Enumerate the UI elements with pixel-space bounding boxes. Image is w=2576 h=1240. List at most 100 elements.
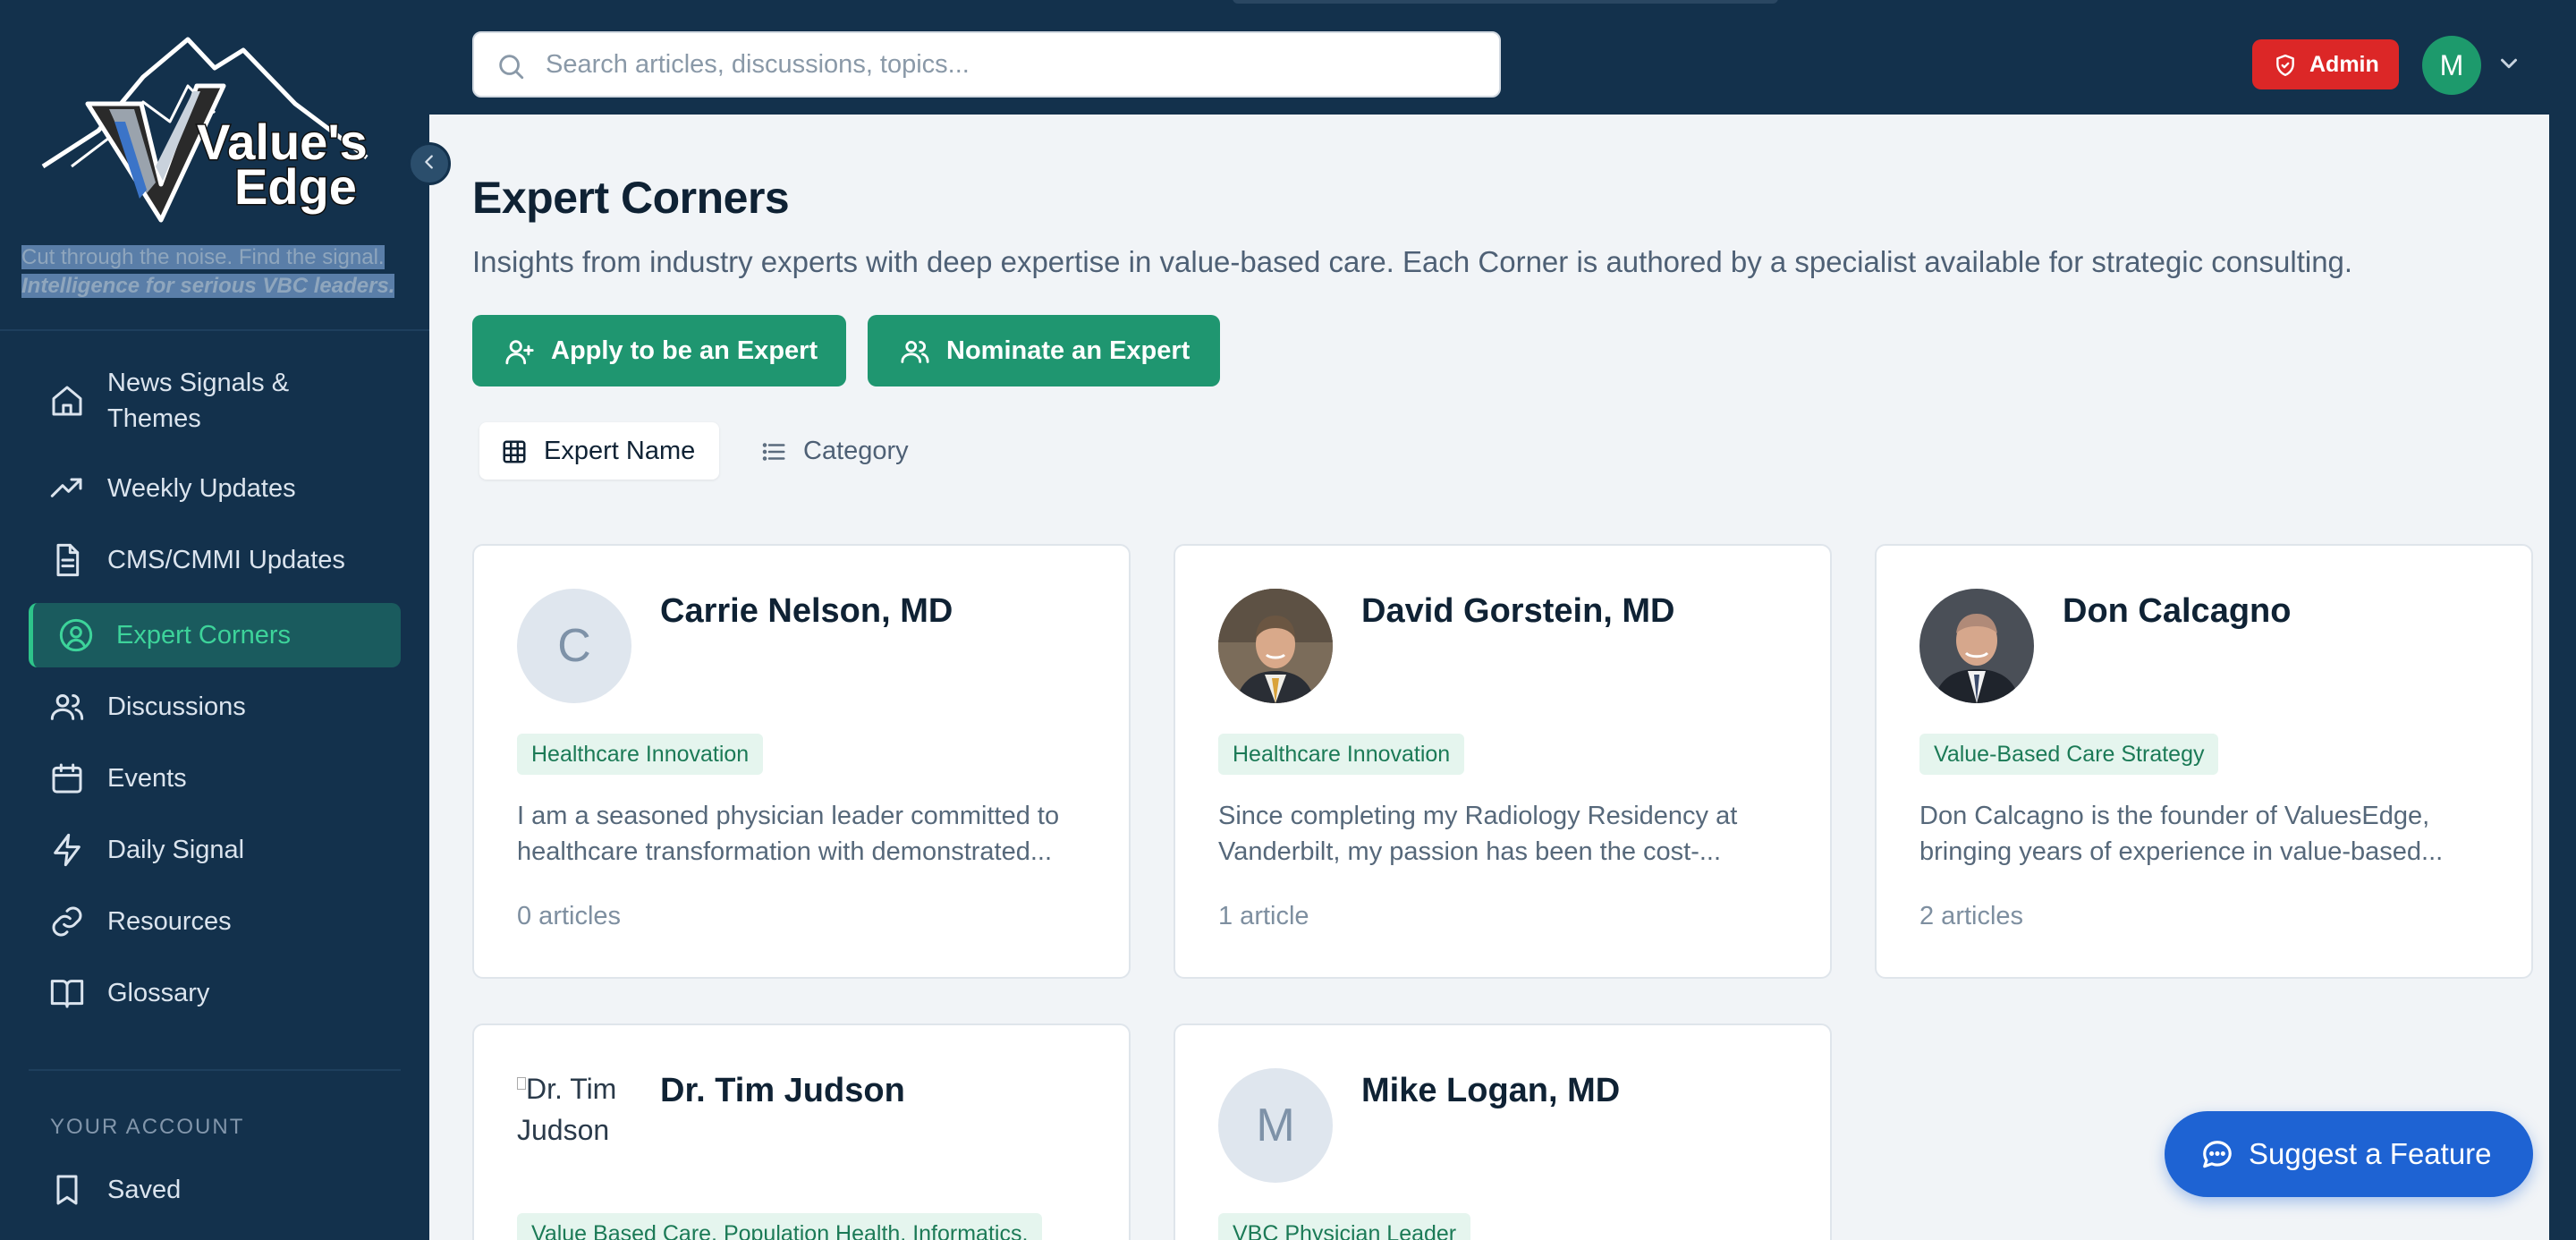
- user-plus-icon: [504, 336, 535, 371]
- avatar: [1919, 589, 2034, 703]
- category-tag: Healthcare Innovation: [1218, 734, 1465, 775]
- user-circle-icon: [57, 616, 95, 654]
- expert-card[interactable]: M Mike Logan, MD VBC Physician Leader: [1174, 1023, 1832, 1240]
- window-edge: [2549, 0, 2576, 1240]
- broken-avatar-image: Dr. Tim Judson: [517, 1068, 631, 1183]
- expert-name: Carrie Nelson, MD: [660, 592, 953, 630]
- chat-bubble-icon: [2200, 1138, 2234, 1176]
- category-tag: Healthcare Innovation: [517, 734, 764, 775]
- sidebar-item-weekly-updates[interactable]: Weekly Updates: [29, 456, 401, 521]
- tab-expert-name[interactable]: Expert Name: [479, 422, 719, 480]
- description-line: bringing years of experience in value-ba…: [1919, 837, 2444, 866]
- sidebar-item-cms-cmmi[interactable]: CMS/CMMI Updates: [29, 528, 401, 592]
- expert-name: Dr. Tim Judson: [660, 1072, 905, 1109]
- sidebar-item-events[interactable]: Events: [29, 746, 401, 811]
- bolt-icon: [48, 831, 86, 869]
- chevron-left-icon: [419, 152, 439, 176]
- tagline: Cut through the noise. Find the signal. …: [21, 243, 415, 301]
- search-icon: [496, 51, 526, 86]
- bookmark-icon: [48, 1171, 86, 1209]
- document-icon: [48, 541, 86, 579]
- description-line: I am a seasoned physician leader committ…: [517, 802, 1060, 830]
- sidebar-item-label: CMS/CMMI Updates: [107, 546, 345, 574]
- sidebar-item-discussions[interactable]: Discussions: [29, 675, 401, 739]
- avatar: [1218, 589, 1333, 703]
- users-icon: [900, 336, 930, 371]
- top-strip: [429, 0, 2549, 13]
- user-avatar[interactable]: M: [2422, 36, 2481, 95]
- logo-text-edge: Edge: [234, 158, 357, 215]
- search-placeholder: Search articles, discussions, topics...: [546, 49, 970, 79]
- tab-label: Category: [803, 436, 909, 465]
- sidebar-item-daily-signal[interactable]: Daily Signal: [29, 818, 401, 882]
- description-line: Since completing my Radiology Residency …: [1218, 802, 1738, 830]
- sidebar-item-label: News Signals &: [107, 369, 290, 397]
- expert-description: I am a seasoned physician leader committ…: [517, 798, 1089, 870]
- top-header: Search articles, discussions, topics... …: [429, 13, 2549, 115]
- expert-name: Mike Logan, MD: [1361, 1072, 1621, 1109]
- expert-card[interactable]: David Gorstein, MD Healthcare Innovation…: [1174, 544, 1832, 979]
- expert-description: Don Calcagno is the founder of ValuesEdg…: [1919, 798, 2492, 870]
- sidebar: Value's Edge Cut through the noise. Find…: [0, 0, 429, 1240]
- expert-name: Don Calcagno: [2063, 592, 2292, 630]
- sidebar-item-saved[interactable]: Saved: [29, 1158, 401, 1222]
- page-subtitle: Insights from industry experts with deep…: [472, 245, 2353, 278]
- description-line: Don Calcagno is the founder of ValuesEdg…: [1919, 802, 2430, 830]
- tab-label: Expert Name: [544, 436, 696, 465]
- chevron-down-icon: [2496, 58, 2522, 81]
- sidebar-item-resources[interactable]: Resources: [29, 889, 401, 954]
- list-icon: [760, 438, 787, 470]
- sidebar-item-label: Saved: [107, 1176, 182, 1204]
- sidebar-divider: [0, 329, 429, 331]
- expert-card[interactable]: C Carrie Nelson, MD Healthcare Innovatio…: [472, 544, 1131, 979]
- description-line: healthcare transformation with demonstra…: [517, 837, 1053, 866]
- avatar: C: [517, 589, 631, 703]
- users-icon: [48, 688, 86, 726]
- article-count: 2 articles: [1919, 902, 2024, 930]
- sidebar-item-label: Glossary: [107, 979, 210, 1007]
- sidebar-item-label: Themes: [107, 404, 201, 433]
- grid-icon: [501, 438, 528, 470]
- link-icon: [48, 903, 86, 940]
- apply-expert-button[interactable]: Apply to be an Expert: [472, 315, 846, 386]
- category-tag: VBC Physician Leader: [1218, 1213, 1471, 1240]
- sidebar-item-label: Expert Corners: [116, 621, 292, 650]
- book-icon: [48, 974, 86, 1012]
- apply-expert-label: Apply to be an Expert: [551, 335, 818, 365]
- tab-category[interactable]: Category: [739, 422, 918, 480]
- sidebar-item-label: Events: [107, 764, 187, 793]
- home-icon: [48, 382, 86, 420]
- sidebar-item-news-signals[interactable]: News Signals & Themes: [29, 358, 401, 444]
- trending-up-icon: [48, 470, 86, 507]
- article-count: 0 articles: [517, 902, 622, 930]
- calendar-icon: [48, 760, 86, 797]
- user-menu-chevron[interactable]: [2496, 50, 2522, 81]
- admin-button[interactable]: Admin: [2252, 39, 2399, 89]
- search-input[interactable]: Search articles, discussions, topics...: [472, 31, 1501, 98]
- your-account-heading: YOUR ACCOUNT: [50, 1115, 245, 1139]
- admin-label: Admin: [2309, 51, 2379, 77]
- sidebar-item-label: Weekly Updates: [107, 474, 296, 503]
- suggest-feature-label: Suggest a Feature: [2249, 1137, 2492, 1170]
- sidebar-item-expert-corners[interactable]: Expert Corners: [29, 603, 401, 667]
- sidebar-item-label: Discussions: [107, 692, 246, 721]
- values-edge-logo[interactable]: Value's Edge: [36, 32, 385, 231]
- expert-card[interactable]: Don Calcagno Value-Based Care Strategy D…: [1875, 544, 2533, 979]
- avatar: M: [1218, 1068, 1333, 1183]
- sidebar-item-label: Daily Signal: [107, 836, 245, 864]
- nominate-expert-button[interactable]: Nominate an Expert: [868, 315, 1220, 386]
- sidebar-item-label: Resources: [107, 907, 232, 936]
- sidebar-item-glossary[interactable]: Glossary: [29, 961, 401, 1025]
- expert-card[interactable]: Dr. Tim Judson Dr. Tim Judson Value Base…: [472, 1023, 1131, 1240]
- article-count: 1 article: [1218, 902, 1309, 930]
- expert-description: Since completing my Radiology Residency …: [1218, 798, 1791, 870]
- category-tag: Value-Based Care Strategy: [1919, 734, 2219, 775]
- collapse-sidebar-button[interactable]: [408, 142, 451, 185]
- sidebar-divider: [29, 1069, 401, 1071]
- description-line: Vanderbilt, my passion has been the cost…: [1218, 837, 1722, 866]
- suggest-feature-button[interactable]: Suggest a Feature: [2165, 1111, 2533, 1197]
- expert-name: David Gorstein, MD: [1361, 592, 1675, 630]
- page-title: Expert Corners: [472, 173, 790, 223]
- broken-image-icon: [517, 1077, 526, 1090]
- avatar-alt-text: Dr. Tim Judson: [517, 1073, 617, 1146]
